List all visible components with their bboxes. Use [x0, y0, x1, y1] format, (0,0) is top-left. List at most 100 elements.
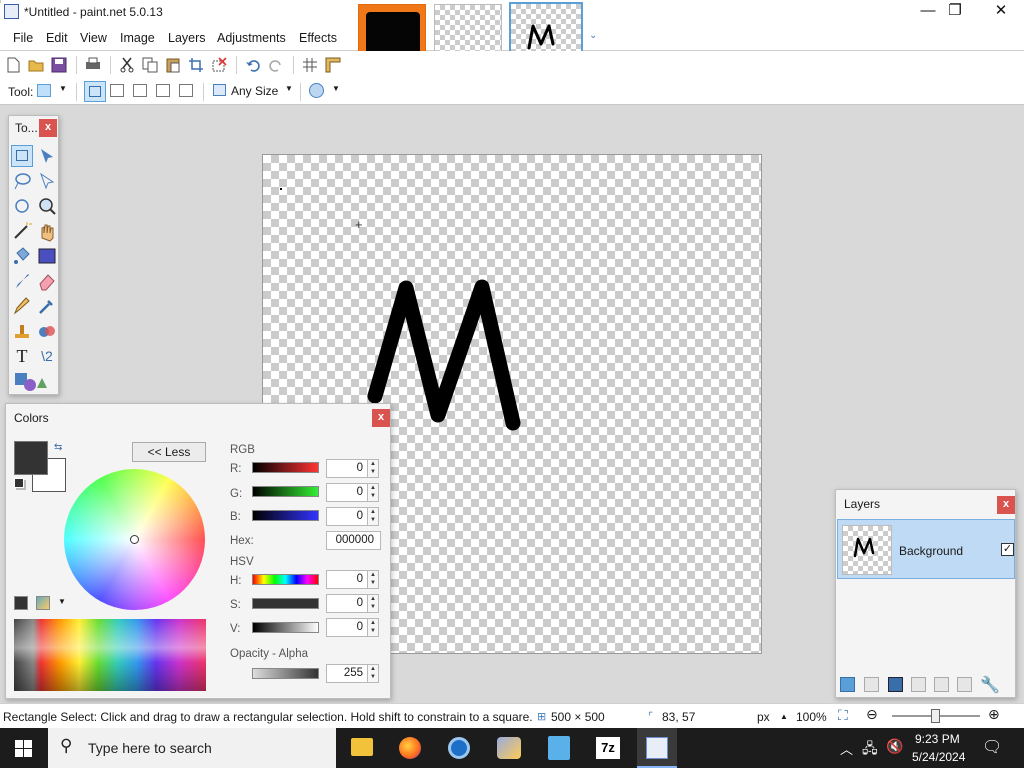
file-explorer-icon[interactable]	[351, 738, 373, 756]
windows-start-icon[interactable]	[15, 740, 32, 757]
gradient-tool-icon[interactable]	[36, 245, 58, 267]
selection-mode-intersect-icon[interactable]	[156, 84, 170, 97]
selection-mode-replace-icon[interactable]	[84, 81, 106, 102]
duplicate-layer-icon[interactable]	[888, 677, 903, 692]
ellipse-select-tool-icon[interactable]	[11, 195, 33, 217]
app-icon[interactable]	[548, 736, 570, 760]
value-value-input[interactable]: 0	[326, 618, 370, 637]
value-spinner[interactable]: ▲ ▼	[367, 618, 379, 637]
blue-spinner[interactable]: ▲ ▼	[367, 507, 379, 526]
eraser-tool-icon[interactable]	[36, 270, 58, 292]
menu-layers[interactable]: Layers	[168, 31, 206, 45]
layer-properties-icon[interactable]: 🔧	[980, 675, 1000, 695]
selection-mode-union-icon[interactable]	[110, 84, 124, 97]
swap-colors-icon[interactable]: ⇆	[54, 442, 62, 453]
add-layer-icon[interactable]	[840, 677, 855, 692]
grid-icon[interactable]	[302, 57, 318, 73]
menu-file[interactable]: File	[13, 31, 33, 45]
pencil-tool-icon[interactable]	[11, 295, 33, 317]
menu-image[interactable]: Image	[120, 31, 155, 45]
hue-value-input[interactable]: 0	[326, 570, 370, 589]
colors-panel-close-button[interactable]: x	[372, 409, 390, 427]
close-window-button[interactable]: ✕	[978, 0, 1024, 24]
ruler-icon[interactable]	[325, 57, 341, 73]
palette-chevron-icon[interactable]: ▼	[58, 597, 66, 606]
crop-icon[interactable]	[188, 57, 204, 73]
layer-row-background[interactable]: Background ✓	[837, 519, 1015, 579]
delete-layer-icon[interactable]	[864, 677, 879, 692]
antialiasing-icon[interactable]	[309, 83, 324, 98]
taskbar-clock-date[interactable]: 5/24/2024	[912, 750, 965, 764]
cut-icon[interactable]	[119, 57, 135, 73]
size-mode-dropdown[interactable]: Any Size	[231, 84, 278, 98]
paint-app-icon[interactable]	[497, 737, 521, 759]
copy-icon[interactable]	[142, 57, 158, 73]
antialiasing-chevron-icon[interactable]: ▼	[332, 84, 340, 93]
value-slider[interactable]	[252, 622, 319, 633]
paste-icon[interactable]	[165, 57, 181, 73]
hex-input[interactable]: 000000	[326, 531, 381, 550]
green-slider[interactable]	[252, 486, 319, 497]
lasso-select-tool-icon[interactable]	[11, 170, 33, 192]
undo-icon[interactable]	[245, 57, 261, 73]
red-spinner[interactable]: ▲ ▼	[367, 459, 379, 478]
paintbrush-tool-icon[interactable]	[11, 270, 33, 292]
line-curve-tool-icon[interactable]: \2	[36, 345, 58, 367]
text-tool-icon[interactable]: T	[11, 345, 33, 367]
alpha-value-input[interactable]: 255	[326, 664, 370, 683]
size-mode-chevron-icon[interactable]: ▼	[285, 84, 293, 93]
zoom-to-window-icon[interactable]: ⛶	[838, 707, 848, 724]
paintnet-taskbar-button[interactable]	[637, 728, 677, 768]
hue-spinner[interactable]: ▲ ▼	[367, 570, 379, 589]
menu-edit[interactable]: Edit	[46, 31, 68, 45]
taskbar-clock-time[interactable]: 9:23 PM	[915, 732, 960, 746]
current-tool-icon[interactable]	[37, 84, 51, 97]
saturation-slider[interactable]	[252, 598, 319, 609]
green-value-input[interactable]: 0	[326, 483, 370, 502]
deselect-icon[interactable]	[211, 57, 227, 73]
color-wheel[interactable]	[64, 469, 205, 610]
saturation-value-input[interactable]: 0	[326, 594, 370, 613]
zoom-in-icon[interactable]: ⊕	[988, 706, 1000, 723]
saturation-spinner[interactable]: ▲ ▼	[367, 594, 379, 613]
zoom-tool-icon[interactable]	[36, 195, 58, 217]
tabs-overflow-chevron-icon[interactable]: ⌄	[589, 30, 597, 41]
layers-panel-close-button[interactable]: x	[997, 496, 1015, 514]
magic-wand-tool-icon[interactable]	[11, 220, 33, 242]
hue-slider[interactable]	[252, 574, 319, 585]
redo-icon[interactable]	[268, 57, 284, 73]
primary-color-swatch[interactable]	[14, 441, 48, 475]
green-spinner[interactable]: ▲ ▼	[367, 483, 379, 502]
shapes-tool-icon[interactable]	[13, 370, 53, 392]
color-palette-grid[interactable]	[14, 619, 206, 691]
chrome-like-browser-icon[interactable]	[448, 737, 470, 759]
palette-menu-icon[interactable]	[36, 596, 50, 610]
zoom-out-icon[interactable]: ⊖	[866, 706, 878, 723]
less-button[interactable]: << Less	[132, 442, 206, 462]
zoom-slider-handle[interactable]	[931, 709, 940, 723]
color-picker-tool-icon[interactable]	[36, 295, 58, 317]
units-dropdown[interactable]: px	[757, 710, 770, 724]
move-selected-pixels-tool-icon[interactable]	[36, 145, 58, 167]
red-value-input[interactable]: 0	[326, 459, 370, 478]
show-hidden-icons-chevron-icon[interactable]: ︿	[840, 739, 853, 758]
add-to-palette-icon[interactable]	[14, 596, 28, 610]
alpha-slider[interactable]	[252, 668, 319, 679]
clone-stamp-tool-icon[interactable]	[11, 320, 33, 342]
recolor-tool-icon[interactable]	[36, 320, 58, 342]
menu-adjustments[interactable]: Adjustments	[217, 31, 286, 45]
blue-value-input[interactable]: 0	[326, 507, 370, 526]
tools-panel-close-button[interactable]: x	[39, 119, 57, 137]
firefox-icon[interactable]	[399, 737, 421, 759]
color-wheel-handle[interactable]	[130, 535, 139, 544]
blue-slider[interactable]	[252, 510, 319, 521]
move-selection-tool-icon[interactable]	[36, 170, 58, 192]
merge-layer-down-icon[interactable]	[911, 677, 926, 692]
menu-effects[interactable]: Effects	[299, 31, 337, 45]
reset-colors-icon[interactable]	[14, 478, 24, 488]
rectangle-select-tool-icon[interactable]	[11, 145, 33, 167]
paint-bucket-tool-icon[interactable]	[11, 245, 33, 267]
units-chevron-icon[interactable]: ▲	[780, 712, 788, 721]
selection-mode-exclude-icon[interactable]	[133, 84, 147, 97]
layer-visibility-checkbox[interactable]: ✓	[1001, 543, 1014, 556]
